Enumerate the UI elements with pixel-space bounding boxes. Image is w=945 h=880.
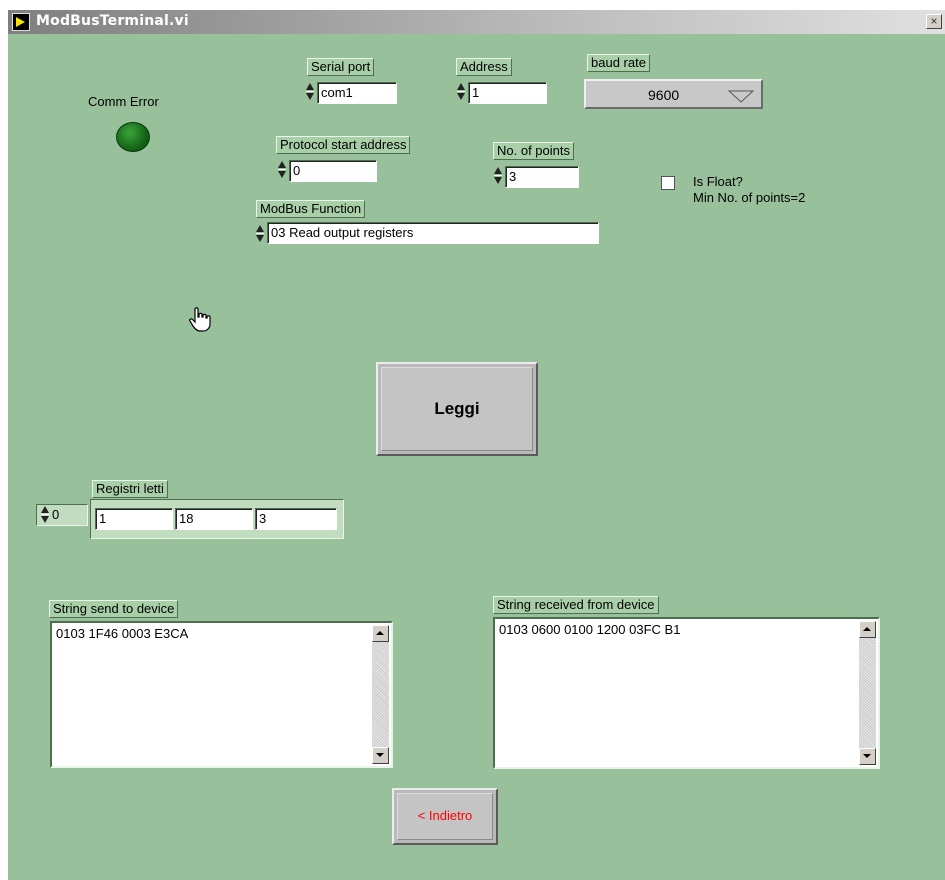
leggi-button[interactable]: Leggi <box>376 362 538 456</box>
protocol-start-field[interactable]: 0 <box>289 160 377 182</box>
address-field[interactable]: 1 <box>468 82 547 104</box>
protocol-start-spinner[interactable] <box>278 160 286 180</box>
register-cell[interactable]: 1 <box>95 508 173 530</box>
send-scrollbar[interactable] <box>372 625 389 764</box>
num-points-label: No. of points <box>493 142 574 160</box>
send-string-value: 0103 1F46 0003 E3CA <box>56 626 189 641</box>
front-panel: Comm Error Serial port com1 Address 1 ba… <box>8 34 945 880</box>
modbus-function-field[interactable]: 03 Read output registers <box>267 222 599 244</box>
send-string-label: String send to device <box>49 600 179 618</box>
registers-index-box: 0 <box>36 504 88 526</box>
registers-array: 1 18 3 <box>90 499 344 539</box>
register-cell[interactable]: 18 <box>175 508 253 530</box>
baud-rate-ring[interactable]: 9600 <box>584 79 763 109</box>
is-float-label: Is Float? <box>693 174 743 189</box>
protocol-start-label: Protocol start address <box>276 136 411 154</box>
recv-string-textarea[interactable]: 0103 0600 0100 1200 03FC B1 <box>493 617 880 769</box>
is-float-note: Min No. of points=2 <box>693 190 806 205</box>
num-points-field[interactable]: 3 <box>505 166 579 188</box>
scroll-up-icon[interactable] <box>859 621 876 638</box>
registers-label: Registri letti <box>92 480 168 498</box>
address-label: Address <box>456 58 512 76</box>
registers-index-spinner[interactable] <box>41 505 49 525</box>
comm-error-label: Comm Error <box>88 94 159 109</box>
window-title: ModBusTerminal.vi <box>36 13 189 29</box>
scroll-up-icon[interactable] <box>372 625 389 642</box>
address-spinner[interactable] <box>457 82 465 102</box>
hand-cursor-icon <box>189 307 211 332</box>
recv-scrollbar[interactable] <box>859 621 876 765</box>
register-cell[interactable]: 3 <box>255 508 337 530</box>
vi-icon <box>12 13 30 31</box>
scroll-down-icon[interactable] <box>372 747 389 764</box>
registers-index[interactable]: 0 <box>52 507 59 523</box>
modbus-function-spinner[interactable] <box>256 224 264 244</box>
baud-rate-value: 9600 <box>648 87 680 103</box>
back-button-label: < Indietro <box>417 808 473 823</box>
send-string-textarea[interactable]: 0103 1F46 0003 E3CA <box>50 621 393 768</box>
recv-string-label: String received from device <box>493 596 659 614</box>
baud-rate-label: baud rate <box>587 54 650 72</box>
title-bar: ModBusTerminal.vi × <box>8 10 945 34</box>
back-button[interactable]: < Indietro <box>392 788 498 845</box>
recv-string-value: 0103 0600 0100 1200 03FC B1 <box>499 622 681 637</box>
serial-port-label: Serial port <box>307 58 375 76</box>
serial-port-spinner[interactable] <box>306 82 314 102</box>
num-points-spinner[interactable] <box>494 166 502 186</box>
is-float-checkbox[interactable] <box>661 176 675 190</box>
modbus-function-label: ModBus Function <box>256 200 366 218</box>
serial-port-field[interactable]: com1 <box>317 82 397 104</box>
comm-error-led <box>116 122 150 152</box>
leggi-button-label: Leggi <box>434 399 480 418</box>
scroll-down-icon[interactable] <box>859 748 876 765</box>
close-button[interactable]: × <box>926 14 942 29</box>
dropdown-triangle-icon <box>728 90 754 103</box>
